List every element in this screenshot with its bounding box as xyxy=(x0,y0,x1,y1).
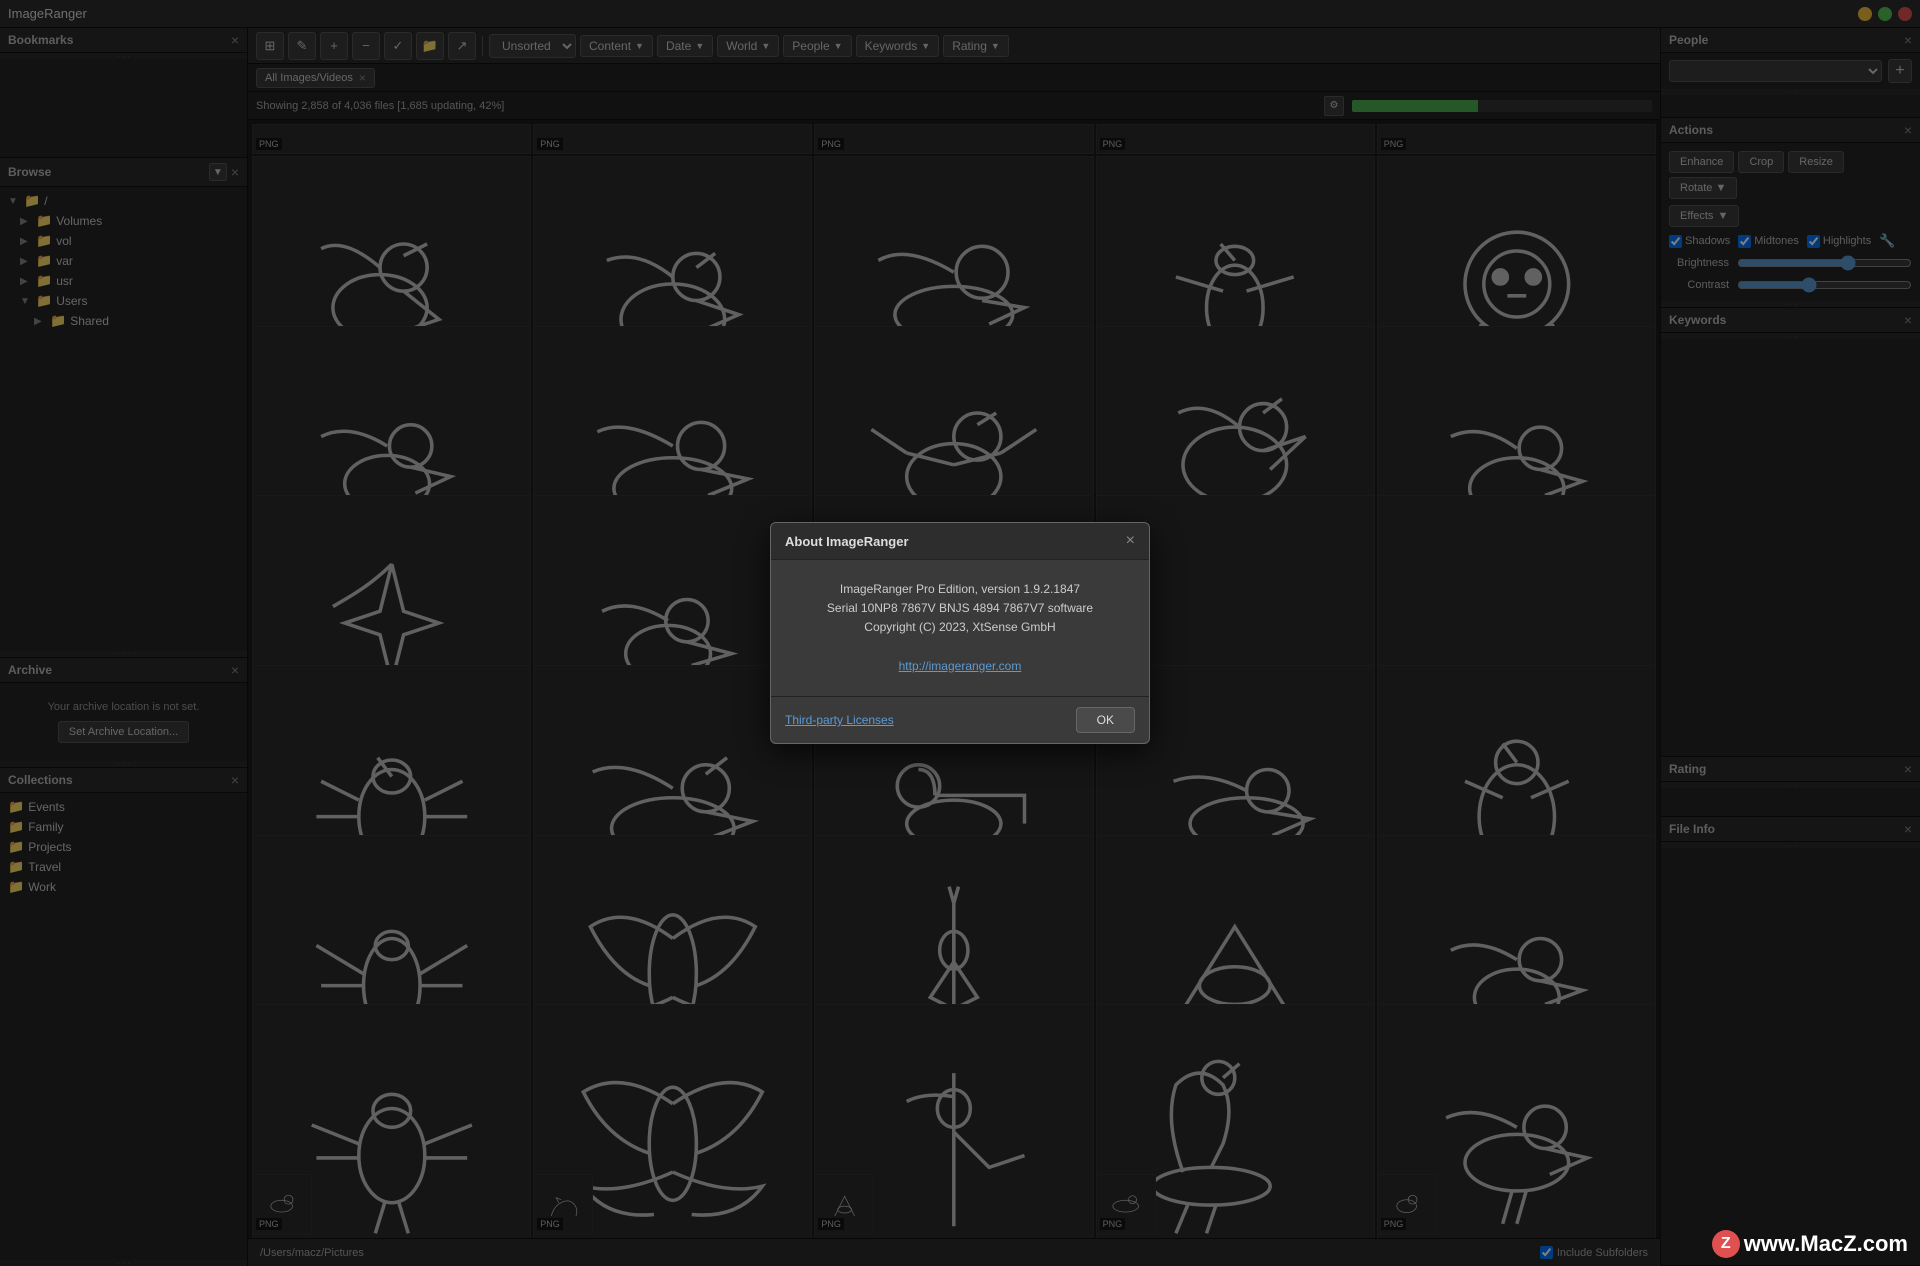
modal-line3: Copyright (C) 2023, XtSense GmbH xyxy=(787,618,1133,637)
third-party-licenses-button[interactable]: Third-party Licenses xyxy=(785,713,894,727)
modal-title: About ImageRanger xyxy=(785,534,909,549)
modal-ok-button[interactable]: OK xyxy=(1076,707,1135,733)
modal-website-link[interactable]: http://imageranger.com xyxy=(899,659,1022,673)
modal-overlay: About ImageRanger × ImageRanger Pro Edit… xyxy=(0,0,1920,1266)
modal-line2: Serial 10NP8 7867V BNJS 4894 7867V7 soft… xyxy=(787,599,1133,618)
modal-line1: ImageRanger Pro Edition, version 1.9.2.1… xyxy=(787,580,1133,599)
watermark: Z www.MacZ.com xyxy=(1712,1230,1908,1258)
modal-footer: Third-party Licenses OK xyxy=(771,696,1149,743)
watermark-icon: Z xyxy=(1712,1230,1740,1258)
modal-body: ImageRanger Pro Edition, version 1.9.2.1… xyxy=(771,560,1149,696)
modal-close-button[interactable]: × xyxy=(1126,533,1135,549)
watermark-text: www.MacZ.com xyxy=(1744,1231,1908,1257)
about-modal: About ImageRanger × ImageRanger Pro Edit… xyxy=(770,522,1150,744)
modal-titlebar: About ImageRanger × xyxy=(771,523,1149,560)
